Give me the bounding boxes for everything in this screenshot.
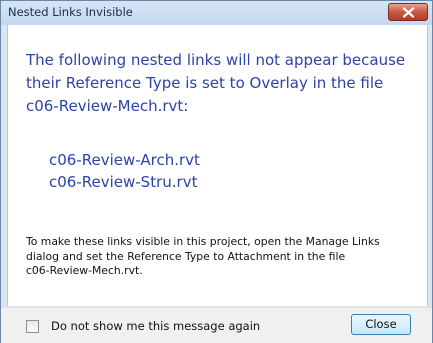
dialog-window: Nested Links Invisible The following nes… [0, 0, 433, 343]
dont-show-again-label[interactable]: Do not show me this message again [51, 319, 260, 333]
instruction-line: The following nested links will not appe… [26, 51, 406, 69]
dialog-footer: Do not show me this message again Close [1, 307, 432, 343]
nested-links-list: c06-Review-Arch.rvt c06-Review-Stru.rvt [49, 149, 200, 193]
instruction-line: c06-Review-Mech.rvt: [26, 97, 189, 115]
instruction-line: their Reference Type is set to Overlay i… [26, 74, 384, 92]
help-text-line: dialog and set the Reference Type to Att… [26, 249, 346, 263]
title-bar: Nested Links Invisible [1, 1, 432, 25]
close-button[interactable]: Close [351, 314, 411, 335]
window-title: Nested Links Invisible [8, 5, 133, 19]
dont-show-again-checkbox[interactable] [26, 320, 39, 333]
close-icon [402, 7, 415, 18]
dialog-content: The following nested links will not appe… [7, 25, 428, 306]
list-item: c06-Review-Stru.rvt [49, 173, 198, 191]
help-text: To make these links visible in this proj… [26, 235, 426, 279]
main-instruction: The following nested links will not appe… [26, 49, 421, 118]
list-item: c06-Review-Arch.rvt [49, 151, 200, 169]
help-text-line: To make these links visible in this proj… [26, 235, 380, 248]
window-close-button[interactable] [388, 3, 428, 21]
help-text-line: c06-Review-Mech.rvt. [26, 264, 143, 278]
